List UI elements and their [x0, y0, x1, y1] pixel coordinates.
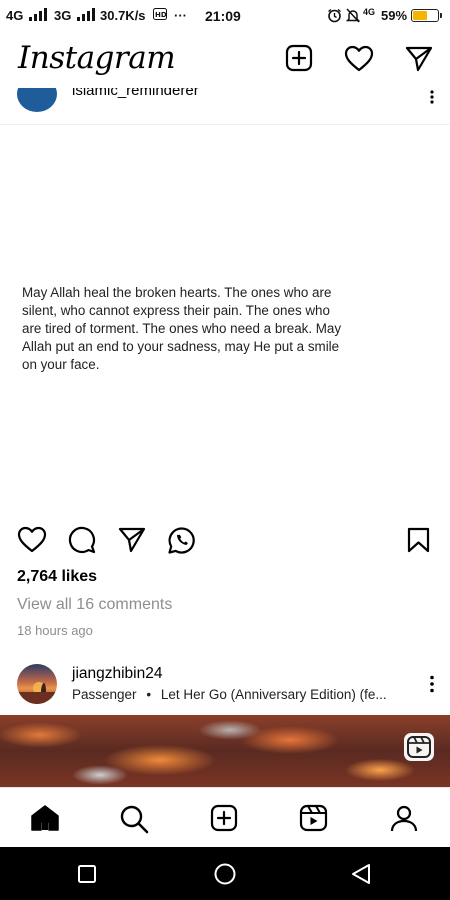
battery-percent: 59%: [381, 8, 408, 23]
home-circle-icon[interactable]: [214, 863, 236, 885]
post-image[interactable]: May Allah heal the broken hearts. The on…: [0, 125, 450, 520]
more-options-icon[interactable]: [429, 675, 435, 693]
more-options-icon[interactable]: [429, 90, 435, 104]
alarm-icon: [327, 8, 342, 23]
post-username[interactable]: islamic_reminderer: [72, 88, 199, 99]
mute-icon: [346, 8, 360, 23]
network-type-1: 4G: [6, 8, 24, 23]
like-count[interactable]: 2,764 likes: [17, 568, 97, 586]
recent-apps-icon[interactable]: [78, 865, 96, 883]
hd-icon: HD: [153, 8, 167, 20]
battery-icon: [411, 9, 442, 22]
network-type-3: 4G: [363, 7, 376, 17]
app-logo[interactable]: Instagram: [18, 40, 176, 76]
more-notifications: ···: [174, 8, 187, 23]
app-header: Instagram: [0, 34, 450, 88]
like-heart-icon[interactable]: [17, 526, 47, 553]
reels-icon[interactable]: [299, 804, 328, 832]
next-post-header: jiangzhibin24 Passenger • Let Her Go (An…: [0, 655, 450, 715]
post-image-text: May Allah heal the broken hearts. The on…: [22, 285, 342, 372]
new-post-icon[interactable]: [285, 44, 313, 72]
comment-icon[interactable]: [68, 526, 96, 554]
direct-message-icon[interactable]: [405, 46, 433, 72]
audio-artist: Passenger: [72, 687, 137, 702]
audio-separator: •: [146, 687, 152, 702]
home-icon[interactable]: [30, 804, 60, 832]
create-icon[interactable]: [210, 804, 238, 832]
network-speed: 30.7K/s: [100, 8, 146, 23]
view-comments-link[interactable]: View all 16 comments: [17, 596, 172, 614]
back-icon[interactable]: [351, 863, 371, 885]
share-icon[interactable]: [118, 527, 146, 553]
post-timestamp: 18 hours ago: [17, 623, 93, 638]
bottom-navigation: [0, 787, 450, 848]
network-type-2: 3G: [54, 8, 72, 23]
search-icon[interactable]: [119, 804, 149, 834]
signal-icon: [29, 8, 47, 21]
status-bar: 4G 3G 30.7K/s HD ··· 21:09 4G 59%: [0, 0, 450, 32]
whatsapp-icon[interactable]: [167, 526, 196, 555]
clock: 21:09: [205, 8, 241, 24]
system-navigation-bar: [0, 847, 450, 900]
activity-heart-icon[interactable]: [344, 45, 374, 72]
audio-attribution[interactable]: Passenger • Let Her Go (Anniversary Edit…: [72, 687, 412, 702]
profile-icon[interactable]: [390, 804, 418, 832]
avatar[interactable]: [17, 88, 57, 112]
svg-text:HD: HD: [155, 11, 167, 19]
avatar[interactable]: [17, 664, 57, 704]
reels-badge-icon: [404, 733, 434, 761]
audio-title: Let Her Go (Anniversary Edition) (fe...: [160, 687, 387, 702]
next-post-image[interactable]: [0, 715, 450, 787]
save-bookmark-icon[interactable]: [407, 527, 430, 553]
signal-icon: [77, 8, 95, 21]
next-post-username[interactable]: jiangzhibin24: [72, 665, 163, 683]
post-header: islamic_reminderer: [0, 88, 450, 125]
